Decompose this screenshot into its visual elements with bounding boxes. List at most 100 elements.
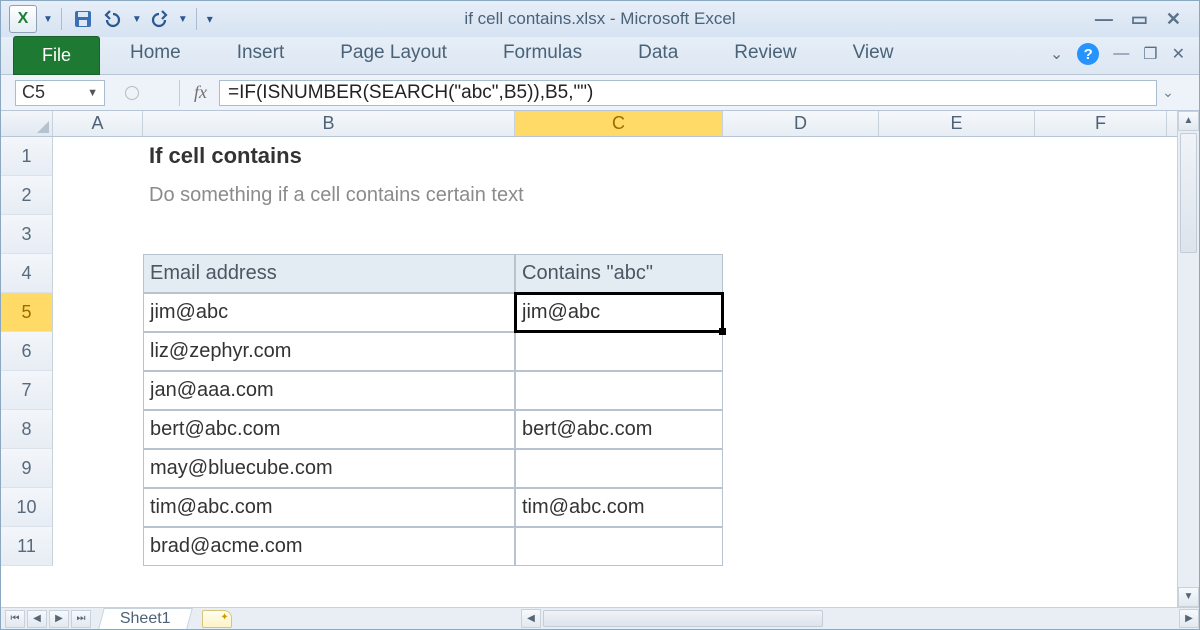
row-header-7[interactable]: 7 [1,371,53,410]
file-tab[interactable]: File [13,36,100,75]
doc-close-button[interactable]: ✕ [1172,44,1185,64]
cell-b5[interactable]: jim@abc [143,293,515,332]
cell-e2[interactable] [879,176,1035,215]
cell-e7[interactable] [879,371,1035,410]
col-header-f[interactable]: F [1035,111,1167,136]
cell-d7[interactable] [723,371,879,410]
redo-button[interactable] [146,6,172,32]
tab-insert[interactable]: Insert [211,36,311,74]
cell-a9[interactable] [53,449,143,488]
doc-restore-button[interactable]: ❐ [1143,44,1157,64]
cell-a6[interactable] [53,332,143,371]
cell-a11[interactable] [53,527,143,566]
minimize-button[interactable]: — [1095,9,1113,30]
row-header-11[interactable]: 11 [1,527,53,566]
cell-a4[interactable] [53,254,143,293]
vertical-scroll-thumb[interactable] [1180,133,1197,253]
table-header-contains[interactable]: Contains "abc" [515,254,723,293]
cell-a3[interactable] [53,215,143,254]
formula-expand-icon[interactable]: ⌄ [1157,84,1179,101]
qat-logo-dropdown-icon[interactable]: ▼ [43,14,53,25]
cell-e6[interactable] [879,332,1035,371]
cell-e4[interactable] [879,254,1035,293]
tab-review[interactable]: Review [708,36,822,74]
cell-a10[interactable] [53,488,143,527]
cell-c3[interactable] [515,215,723,254]
row-header-10[interactable]: 10 [1,488,53,527]
ribbon-minimize-icon[interactable]: ⌄ [1050,44,1063,64]
doc-minimize-button[interactable]: — [1113,45,1129,63]
cell-b11[interactable]: brad@acme.com [143,527,515,566]
cell-c10[interactable]: tim@abc.com [515,488,723,527]
cell-f5[interactable] [1035,293,1167,332]
cell-f9[interactable] [1035,449,1167,488]
cell-d5[interactable] [723,293,879,332]
cell-e10[interactable] [879,488,1035,527]
cell-c6[interactable] [515,332,723,371]
cell-f4[interactable] [1035,254,1167,293]
cell-d8[interactable] [723,410,879,449]
qat-customize-icon[interactable]: ▾ [207,12,213,26]
row-header-3[interactable]: 3 [1,215,53,254]
cell-d6[interactable] [723,332,879,371]
cell-e5[interactable] [879,293,1035,332]
cell-f2[interactable] [1035,176,1167,215]
vertical-scrollbar[interactable]: ▲ ▼ [1177,111,1199,607]
sheet-nav-first-icon[interactable]: ⏮ [5,610,25,628]
row-header-4[interactable]: 4 [1,254,53,293]
row-header-5[interactable]: 5 [1,293,53,332]
tab-formulas[interactable]: Formulas [477,36,608,74]
help-icon[interactable]: ? [1077,43,1099,65]
name-box[interactable]: C5 ▼ [15,80,105,106]
row-header-8[interactable]: 8 [1,410,53,449]
cell-f10[interactable] [1035,488,1167,527]
tab-home[interactable]: Home [104,36,207,74]
cell-f8[interactable] [1035,410,1167,449]
col-header-d[interactable]: D [723,111,879,136]
cell-f3[interactable] [1035,215,1167,254]
cell-c9[interactable] [515,449,723,488]
cell-e8[interactable] [879,410,1035,449]
col-header-a[interactable]: A [53,111,143,136]
row-header-2[interactable]: 2 [1,176,53,215]
tab-data[interactable]: Data [612,36,704,74]
scroll-left-button[interactable]: ◀ [521,609,541,628]
cell-d10[interactable] [723,488,879,527]
cell-b6[interactable]: liz@zephyr.com [143,332,515,371]
cell-e11[interactable] [879,527,1035,566]
undo-dropdown-icon[interactable]: ▼ [132,14,142,25]
col-header-c[interactable]: C [515,111,723,136]
cell-f7[interactable] [1035,371,1167,410]
cell-a7[interactable] [53,371,143,410]
cell-b10[interactable]: tim@abc.com [143,488,515,527]
name-box-dropdown-icon[interactable]: ▼ [87,87,98,99]
cell-b9[interactable]: may@bluecube.com [143,449,515,488]
maximize-button[interactable]: ▭ [1131,9,1148,30]
cell-f6[interactable] [1035,332,1167,371]
col-header-b[interactable]: B [143,111,515,136]
cell-e3[interactable] [879,215,1035,254]
cell-d4[interactable] [723,254,879,293]
cell-f1[interactable] [1035,137,1167,176]
cell-b1-title[interactable]: If cell contains [143,137,515,176]
cell-d2[interactable] [723,176,879,215]
row-header-9[interactable]: 9 [1,449,53,488]
sheet-nav-next-icon[interactable]: ▶ [49,610,69,628]
cell-c11[interactable] [515,527,723,566]
cell-a5[interactable] [53,293,143,332]
grid[interactable]: A B C D E F 1 If cell contains [1,111,1199,629]
excel-logo-icon[interactable]: X [9,5,37,33]
cell-d3[interactable] [723,215,879,254]
horizontal-scrollbar[interactable]: ◀ ▶ [521,608,1199,629]
cell-b2-subtitle[interactable]: Do something if a cell contains certain … [143,176,723,215]
sheet-nav-last-icon[interactable]: ⏭ [71,610,91,628]
cell-c1[interactable] [515,137,723,176]
cell-b8[interactable]: bert@abc.com [143,410,515,449]
cell-d1[interactable] [723,137,879,176]
cell-e1[interactable] [879,137,1035,176]
new-sheet-button[interactable] [202,610,232,628]
scroll-right-button[interactable]: ▶ [1179,609,1199,628]
cell-a2[interactable] [53,176,143,215]
row-header-6[interactable]: 6 [1,332,53,371]
cell-c7[interactable] [515,371,723,410]
